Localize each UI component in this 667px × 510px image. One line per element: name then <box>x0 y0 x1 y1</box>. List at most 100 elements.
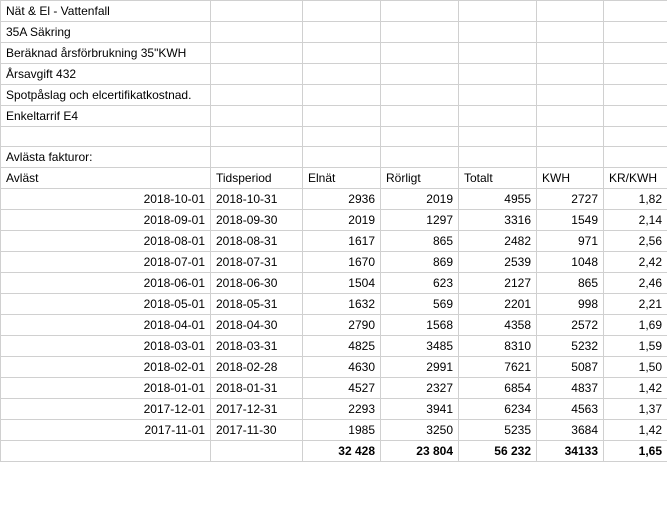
data-row-4: 2018-06-012018-06-30150462321278652,46 <box>1 273 667 294</box>
cell-totalt: 7621 <box>459 357 537 378</box>
section-title-row: Avlästa fakturor: <box>1 147 667 168</box>
cell-avlast: 2018-07-01 <box>1 252 211 273</box>
data-row-3: 2018-07-012018-07-311670869253910482,42 <box>1 252 667 273</box>
data-row-11: 2017-11-012017-11-3019853250523536841,42 <box>1 420 667 441</box>
totals-row: 32 42823 80456 232341331,65 <box>1 441 667 462</box>
cell-krkwh: 2,14 <box>604 210 667 231</box>
cell-krkwh: 1,42 <box>604 378 667 399</box>
data-row-10: 2017-12-012017-12-3122933941623445631,37 <box>1 399 667 420</box>
cell-avlast: 2018-10-01 <box>1 189 211 210</box>
cell-avlast: 2018-08-01 <box>1 231 211 252</box>
cell-kwh: 5087 <box>537 357 604 378</box>
cell-totalt: 6854 <box>459 378 537 399</box>
cell-totalt: 4358 <box>459 315 537 336</box>
cell-elnat: 2293 <box>303 399 381 420</box>
data-row-8: 2018-02-012018-02-2846302991762150871,50 <box>1 357 667 378</box>
cell-totalt: 2539 <box>459 252 537 273</box>
cell-totalt: 4955 <box>459 189 537 210</box>
info-row-5: Enkeltarrif E4 <box>1 106 667 127</box>
cell-tidsperiod: 2017-12-31 <box>211 399 303 420</box>
header-totalt: Totalt <box>459 168 537 189</box>
header-elnat: Elnät <box>303 168 381 189</box>
cell-avlast: 2018-01-01 <box>1 378 211 399</box>
header-avlast: Avläst <box>1 168 211 189</box>
cell-rorligt: 869 <box>381 252 459 273</box>
cell-elnat: 2019 <box>303 210 381 231</box>
cell-kwh: 998 <box>537 294 604 315</box>
cell-rorligt: 1297 <box>381 210 459 231</box>
cell-kwh: 971 <box>537 231 604 252</box>
cell-rorligt: 2019 <box>381 189 459 210</box>
cell-elnat: 1670 <box>303 252 381 273</box>
cell-tidsperiod: 2018-06-30 <box>211 273 303 294</box>
cell-elnat: 4825 <box>303 336 381 357</box>
cell-kwh: 4563 <box>537 399 604 420</box>
cell-tidsperiod: 2018-10-31 <box>211 189 303 210</box>
info-cell: Årsavgift 432 <box>1 64 211 85</box>
cell-rorligt: 623 <box>381 273 459 294</box>
data-row-9: 2018-01-012018-01-3145272327685448371,42 <box>1 378 667 399</box>
info-row-1: 35A Säkring <box>1 22 667 43</box>
header-tidsperiod: Tidsperiod <box>211 168 303 189</box>
cell-kwh: 4837 <box>537 378 604 399</box>
cell-totalt: 2482 <box>459 231 537 252</box>
cell-totalt: 5235 <box>459 420 537 441</box>
cell-elnat: 1504 <box>303 273 381 294</box>
cell-elnat: 1985 <box>303 420 381 441</box>
data-row-6: 2018-04-012018-04-3027901568435825721,69 <box>1 315 667 336</box>
cell-tidsperiod: 2018-04-30 <box>211 315 303 336</box>
section-title: Avlästa fakturor: <box>1 147 211 168</box>
cell-krkwh: 1,50 <box>604 357 667 378</box>
cell-rorligt: 2327 <box>381 378 459 399</box>
cell-tidsperiod: 2018-05-31 <box>211 294 303 315</box>
data-row-7: 2018-03-012018-03-3148253485831052321,59 <box>1 336 667 357</box>
cell-totalt: 2127 <box>459 273 537 294</box>
cell-krkwh: 1,37 <box>604 399 667 420</box>
cell-kwh: 1048 <box>537 252 604 273</box>
cell-kwh: 1549 <box>537 210 604 231</box>
cell-rorligt: 3250 <box>381 420 459 441</box>
cell-avlast: 2018-06-01 <box>1 273 211 294</box>
cell-elnat: 4527 <box>303 378 381 399</box>
info-row-2: Beräknad årsförbrukning 35"KWH <box>1 43 667 64</box>
cell-rorligt: 3485 <box>381 336 459 357</box>
cell-totalt: 3316 <box>459 210 537 231</box>
cell-krkwh: 1,59 <box>604 336 667 357</box>
cell-totalt: 6234 <box>459 399 537 420</box>
cell-elnat: 1617 <box>303 231 381 252</box>
cell-krkwh: 1,82 <box>604 189 667 210</box>
total-elnat: 32 428 <box>303 441 381 462</box>
cell-avlast: 2018-02-01 <box>1 357 211 378</box>
total-totalt: 56 232 <box>459 441 537 462</box>
cell-krkwh: 2,46 <box>604 273 667 294</box>
cell-elnat: 2936 <box>303 189 381 210</box>
info-row-3: Årsavgift 432 <box>1 64 667 85</box>
blank-row <box>1 127 667 147</box>
cell-tidsperiod: 2018-09-30 <box>211 210 303 231</box>
cell-tidsperiod: 2018-03-31 <box>211 336 303 357</box>
cell-rorligt: 1568 <box>381 315 459 336</box>
header-krkwh: KR/KWH <box>604 168 667 189</box>
cell-krkwh: 1,42 <box>604 420 667 441</box>
cell-tidsperiod: 2017-11-30 <box>211 420 303 441</box>
cell-elnat: 2790 <box>303 315 381 336</box>
cell-avlast: 2018-05-01 <box>1 294 211 315</box>
cell-krkwh: 2,42 <box>604 252 667 273</box>
cell-rorligt: 2991 <box>381 357 459 378</box>
cell-tidsperiod: 2018-01-31 <box>211 378 303 399</box>
info-cell: Beräknad årsförbrukning 35"KWH <box>1 43 211 64</box>
info-cell: 35A Säkring <box>1 22 211 43</box>
cell-elnat: 4630 <box>303 357 381 378</box>
total-kwh: 34133 <box>537 441 604 462</box>
info-row-4: Spotpåslag och elcertifikatkostnad. <box>1 85 667 106</box>
cell-avlast: 2018-03-01 <box>1 336 211 357</box>
data-row-1: 2018-09-012018-09-3020191297331615492,14 <box>1 210 667 231</box>
cell-totalt: 2201 <box>459 294 537 315</box>
data-row-0: 2018-10-012018-10-3129362019495527271,82 <box>1 189 667 210</box>
info-row-0: Nät & El - Vattenfall <box>1 1 667 22</box>
cell-rorligt: 569 <box>381 294 459 315</box>
header-kwh: KWH <box>537 168 604 189</box>
cell-avlast: 2017-11-01 <box>1 420 211 441</box>
cell-krkwh: 2,56 <box>604 231 667 252</box>
cell-krkwh: 1,69 <box>604 315 667 336</box>
